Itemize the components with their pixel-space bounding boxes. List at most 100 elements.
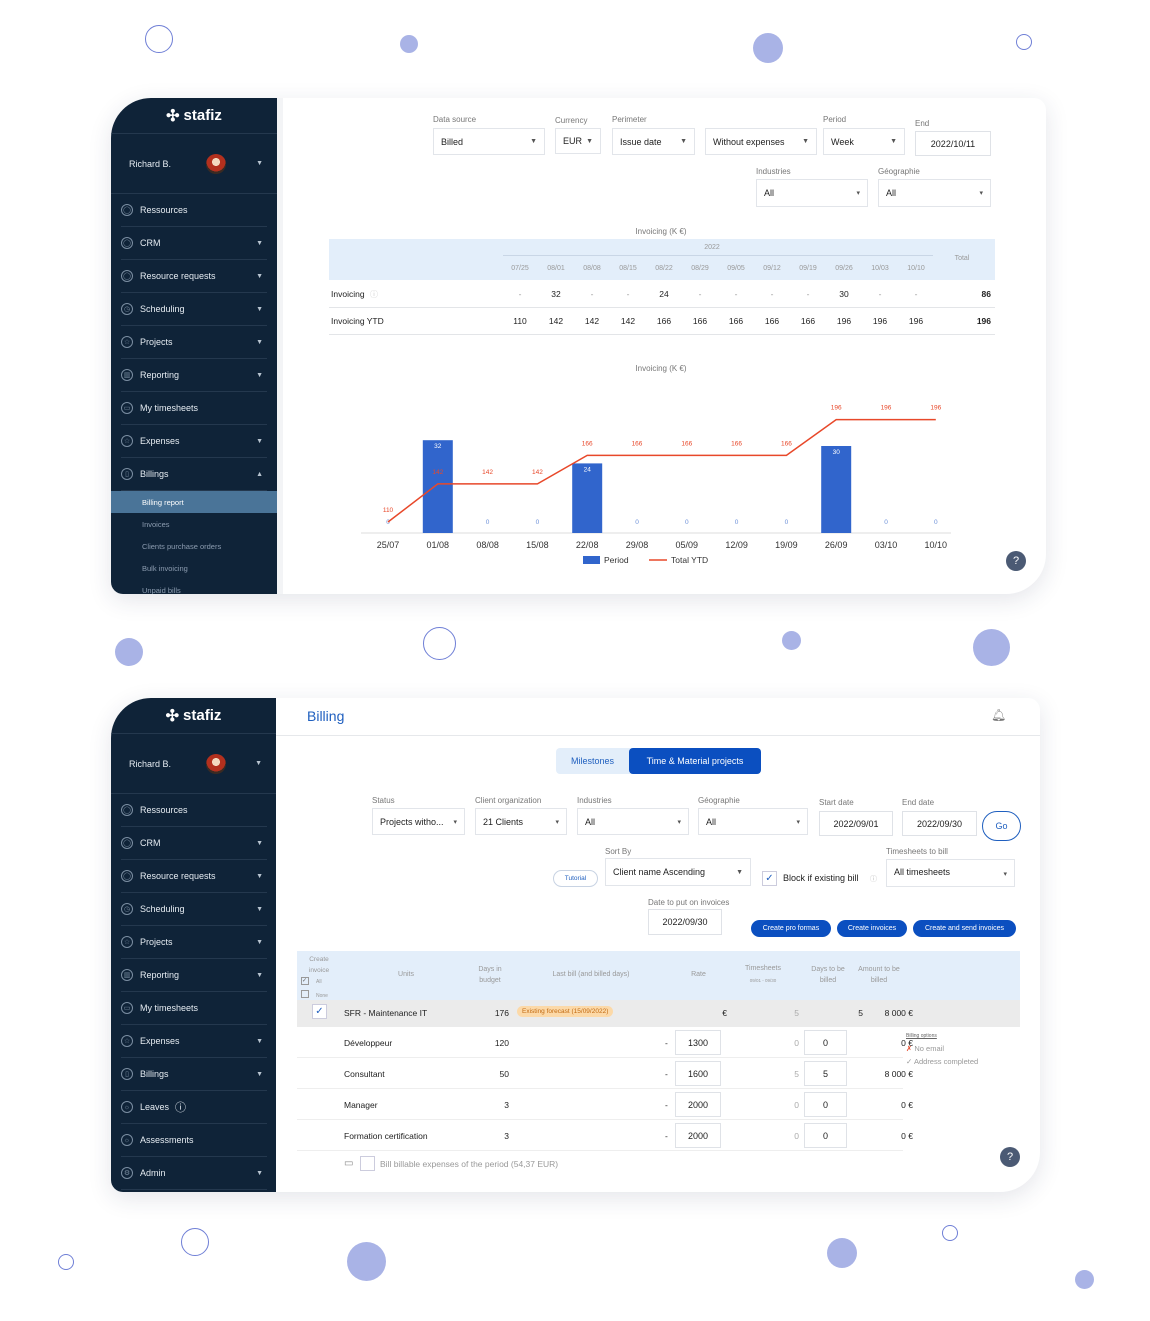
sidebar-item-scheduling[interactable]: ◷ Scheduling ▼ <box>121 893 267 926</box>
clock-icon: ◷ <box>121 903 133 915</box>
sidebar-item-ressources[interactable]: ◯ Ressources <box>121 794 267 827</box>
sidebar-item-resource-requests[interactable]: ◯ Resource requests ▼ <box>121 860 267 893</box>
tab-milestones[interactable]: Milestones <box>556 748 629 774</box>
rate-input[interactable]: 1600 <box>675 1061 721 1086</box>
user-menu[interactable]: Richard B. ▼ <box>111 734 276 794</box>
sidebar-item-projects[interactable]: ☆ Projects ▼ <box>121 326 267 359</box>
table-cell: - <box>914 289 918 299</box>
go-button[interactable]: Go <box>982 811 1021 841</box>
rate-input[interactable]: 1300 <box>675 1030 721 1055</box>
line-label: 166 <box>632 440 643 447</box>
sidebar-item-projects[interactable]: ☆ Projects ▼ <box>121 926 267 959</box>
unit-name: Manager <box>344 1100 378 1110</box>
submenu-item-billing-report[interactable]: Billing report <box>111 491 277 513</box>
start-date-input[interactable]: 2022/09/01 <box>819 811 893 836</box>
create-invoices-button[interactable]: Create invoices <box>837 920 907 937</box>
submenu-item-bulk-invoicing[interactable]: Bulk invoicing <box>111 557 277 579</box>
sidebar-item-reporting[interactable]: ▥ Reporting ▼ <box>121 359 267 392</box>
sidebar-item-my-timesheets[interactable]: ▭ My timesheets <box>121 992 267 1025</box>
sidebar-item-label: CRM <box>140 838 161 848</box>
sidebar-item-resource-requests[interactable]: ◯ Resource requests ▼ <box>121 260 267 293</box>
gear-icon: ⚙ <box>121 1167 133 1179</box>
currency-select[interactable]: EUR ▼ <box>555 128 601 154</box>
help-icon[interactable]: ? <box>1006 551 1026 571</box>
week-header: 09/26 <box>835 265 853 272</box>
days-billed-input[interactable]: 5 <box>804 1061 847 1086</box>
end-date-value: 2022/10/11 <box>930 138 976 149</box>
industries-select[interactable]: All ▾ <box>577 808 689 835</box>
sidebar-item-billings[interactable]: ▯ Billings ▲ <box>121 458 267 491</box>
industries-select[interactable]: All ▾ <box>756 179 868 207</box>
rate-value: 1600 <box>687 1068 709 1079</box>
bell-icon[interactable]: 🔔︎ <box>991 708 1006 722</box>
select-all-checkbox[interactable]: ✓ <box>301 977 309 985</box>
geographie-select[interactable]: All ▾ <box>878 179 991 207</box>
bill-expenses-checkbox[interactable] <box>360 1156 375 1171</box>
sort-select[interactable]: Client name Ascending ▼ <box>605 858 751 886</box>
line-label: 142 <box>482 469 493 476</box>
sidebar-item-billings[interactable]: ▯ Billings ▼ <box>121 1058 267 1091</box>
days-billed-input[interactable]: 0 <box>804 1092 847 1117</box>
sidebar-item-my-timesheets[interactable]: ▭ My timesheets <box>121 392 267 425</box>
line-label: 166 <box>681 440 692 447</box>
submenu-item-invoices[interactable]: Invoices <box>111 513 277 535</box>
geographie-select[interactable]: All ▾ <box>698 808 808 835</box>
sidebar-item-crm[interactable]: ◯ CRM ▼ <box>121 227 267 260</box>
chevron-down-icon: ▼ <box>256 160 263 167</box>
days-billed-input[interactable]: 0 <box>804 1030 847 1055</box>
legend-label-period: Period <box>604 555 629 565</box>
geographie-value: All <box>706 816 717 827</box>
select-none-checkbox[interactable] <box>301 990 309 998</box>
submenu-item-clients-purchase-orders[interactable]: Clients purchase orders <box>111 535 277 557</box>
end-date-input[interactable]: 2022/09/30 <box>902 811 977 836</box>
week-header: 09/19 <box>799 265 817 272</box>
sidebar-item-scheduling[interactable]: ◷ Scheduling ▼ <box>121 293 267 326</box>
create-pro-formas-button[interactable]: Create pro formas <box>751 920 831 937</box>
week-header: 08/29 <box>691 265 709 272</box>
date-invoice-input[interactable]: 2022/09/30 <box>648 909 722 935</box>
x-tick-label: 08/08 <box>476 540 499 550</box>
perimeter-value: Issue date <box>620 136 662 147</box>
x-tick-label: 22/08 <box>576 540 599 550</box>
period-select[interactable]: Week ▼ <box>823 128 905 155</box>
create-send-invoices-button[interactable]: Create and send invoices <box>913 920 1016 937</box>
end-date-value: 2022/09/30 <box>916 818 963 829</box>
table-cell: 166 <box>656 316 672 326</box>
tutorial-button[interactable]: Tutorial <box>553 870 598 887</box>
sidebar-item-expenses[interactable]: ☆ Expenses ▼ <box>121 1025 267 1058</box>
submenu-item-unpaid-bills[interactable]: Unpaid bills <box>111 579 277 595</box>
days-billed-input[interactable]: 0 <box>804 1123 847 1148</box>
rate-input[interactable]: 2000 <box>675 1123 721 1148</box>
rate-input[interactable]: 2000 <box>675 1092 721 1117</box>
data-source-select[interactable]: Billed ▼ <box>433 128 545 155</box>
client-select[interactable]: 21 Clients ▾ <box>475 808 567 835</box>
sidebar-item-ressources[interactable]: ◯ Ressources <box>121 194 267 227</box>
timesheets-select[interactable]: All timesheets ▾ <box>886 859 1015 887</box>
stafiz-logo-icon: ✣ <box>165 707 180 725</box>
sidebar-item-reporting[interactable]: ▥ Reporting ▼ <box>121 959 267 992</box>
block-existing-checkbox[interactable]: ✓ <box>762 871 777 886</box>
end-date-input[interactable]: 2022/10/11 <box>915 131 991 156</box>
table-cell: 32 <box>551 289 561 299</box>
project-checkbox[interactable]: ✓ <box>312 1004 327 1019</box>
status-select[interactable]: Projects witho... ▾ <box>372 808 465 835</box>
line-label: 196 <box>930 405 941 412</box>
expenses-value: Without expenses <box>713 136 785 147</box>
unit-last-bill: - <box>665 1100 668 1110</box>
unit-amount: 0 € <box>901 1038 913 1048</box>
table-cell: 142 <box>548 316 564 326</box>
scrollbar[interactable] <box>277 98 283 594</box>
user-menu[interactable]: Richard B. ▼ <box>111 134 277 194</box>
chevron-down-icon: ▼ <box>256 305 263 313</box>
sidebar-item-leaves[interactable]: ☼ Leaves ⓘ <box>121 1091 267 1124</box>
sidebar-item-admin[interactable]: ⚙ Admin ▼ <box>121 1157 267 1190</box>
sidebar-item-expenses[interactable]: ☆ Expenses ▼ <box>121 425 267 458</box>
chevron-down-icon: ▼ <box>736 868 743 876</box>
divider <box>276 735 1040 736</box>
help-icon[interactable]: ? <box>1000 1147 1020 1167</box>
expenses-select[interactable]: Without expenses ▼ <box>705 128 817 155</box>
perimeter-select[interactable]: Issue date ▼ <box>612 128 695 155</box>
sidebar-item-crm[interactable]: ◯ CRM ▼ <box>121 827 267 860</box>
tab-time-material[interactable]: Time & Material projects <box>629 748 761 774</box>
sidebar-item-assessments[interactable]: ☼ Assessments <box>121 1124 267 1157</box>
